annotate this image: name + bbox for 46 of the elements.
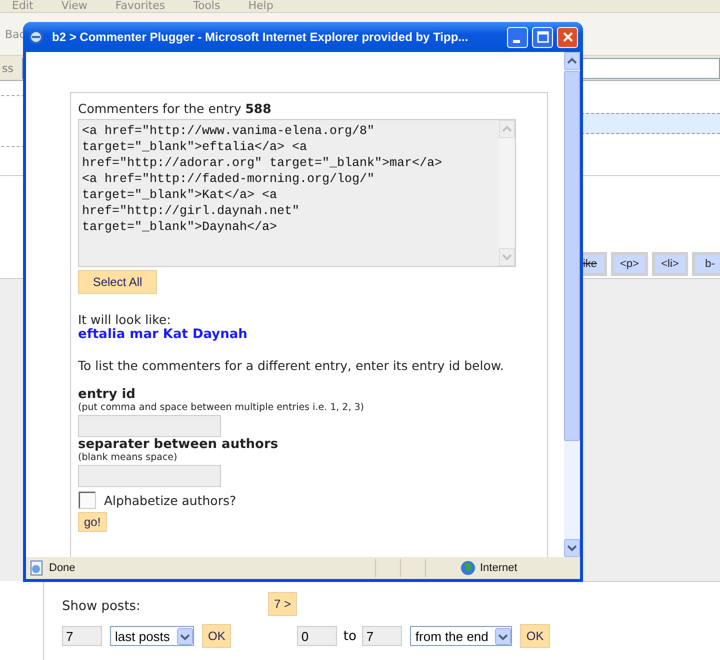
from-field[interactable]: 0	[297, 626, 338, 646]
select-all-button[interactable]: Select All	[78, 270, 157, 294]
mode-select[interactable]: last posts	[110, 626, 194, 646]
field-hint: (put comma and space between multiple entries i.e. 1, 2, 3)	[78, 402, 365, 413]
close-icon	[562, 31, 574, 43]
scrollbar[interactable]	[564, 52, 580, 557]
checkbox-label: Alphabetize authors?	[104, 492, 236, 508]
checkbox[interactable]	[78, 491, 96, 509]
status-text: Done	[49, 562, 76, 574]
ok-button[interactable]: OK	[202, 624, 232, 648]
to-label: to	[343, 628, 356, 644]
browser-icon	[28, 29, 44, 45]
scroll-down-icon[interactable]	[567, 544, 577, 552]
zone-text: Internet	[480, 562, 518, 574]
maximize-button[interactable]	[532, 26, 553, 48]
close-button[interactable]	[557, 26, 578, 48]
format-button[interactable]: <li>	[652, 252, 688, 276]
dropdown-icon	[495, 628, 512, 644]
entry-heading: Commenters for the entry 588	[78, 101, 272, 116]
format-button[interactable]: <p>	[611, 252, 648, 276]
next-button[interactable]: 7 >	[268, 592, 298, 616]
go-button[interactable]: go!	[78, 512, 107, 532]
code-textarea[interactable]: <a href="http://www.vanima-elena.org/8" target="_blank">eftalia</a> <a href="http://adorar.org" target="_blank">mar</a> <a href="http://faded-morning.org/log/" target="_blank">Kat</a> <a href="http://girl.daynah.net" target="_blank">Daynah</a>	[78, 119, 516, 267]
window-title: b2 > Commenter Plugger - Microsoft Internet Explorer provided by Tipp...	[52, 30, 470, 44]
preview-links: eftalia mar Kat Daynah	[78, 327, 248, 342]
dropdown-icon	[177, 628, 193, 644]
field-label: separater between authors	[78, 437, 280, 452]
minimize-button[interactable]	[507, 26, 528, 48]
globe-icon	[460, 560, 476, 576]
format-button[interactable]: b-	[692, 252, 720, 276]
minimize-icon	[512, 40, 520, 42]
maximize-icon	[536, 31, 548, 43]
input-field[interactable]	[78, 465, 221, 487]
input-field[interactable]	[78, 415, 221, 437]
to-field[interactable]: 7	[362, 626, 402, 646]
field-hint: (blank means space)	[78, 452, 178, 463]
count-field[interactable]: 7	[62, 626, 102, 646]
show-posts-label: Show posts:	[62, 598, 142, 614]
field-label: entry id	[78, 387, 136, 402]
page-icon	[29, 560, 45, 576]
preview-label: It will look like:	[78, 312, 172, 327]
scroll-up-icon[interactable]	[567, 57, 577, 65]
address-label: ss	[2, 62, 14, 74]
direction-select[interactable]: from the end	[410, 626, 512, 646]
instructions: To list the commenters for a different entry, enter its entry id below.	[78, 358, 505, 373]
ok-button[interactable]: OK	[520, 624, 550, 648]
